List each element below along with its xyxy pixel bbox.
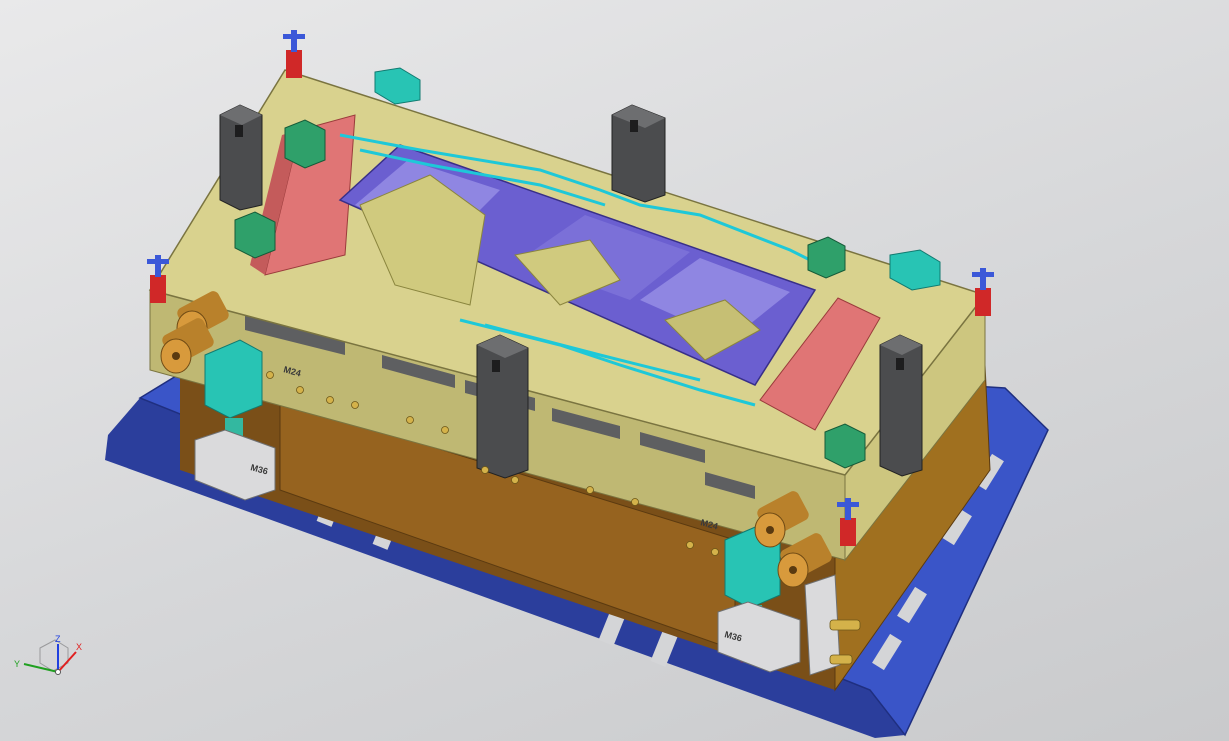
pillar-front-right bbox=[879, 334, 923, 477]
triad-y-label: Y bbox=[14, 659, 20, 669]
teal-block-rear-left bbox=[374, 67, 421, 105]
triad-x-label: X bbox=[76, 642, 82, 652]
triad-y-axis bbox=[23, 663, 59, 673]
eyebolt-front-right bbox=[837, 498, 859, 546]
eyebolt-left bbox=[147, 255, 169, 303]
view-triad[interactable]: Z X Y bbox=[14, 634, 82, 675]
cad-viewport[interactable]: M24 M24 M36 M36 Z X Y bbox=[0, 0, 1229, 741]
mold-model[interactable]: M24 M24 M36 M36 Z X Y bbox=[0, 0, 1229, 741]
eyebolt-rear-left bbox=[283, 30, 305, 78]
pillar-rear-left bbox=[219, 104, 263, 211]
triad-x-axis bbox=[57, 651, 77, 673]
eyebolt-right bbox=[972, 268, 994, 316]
pillar-rear-right bbox=[611, 104, 666, 203]
triad-origin bbox=[55, 669, 61, 675]
pillar-front-center bbox=[476, 334, 529, 479]
triad-z-label: Z bbox=[55, 634, 61, 644]
